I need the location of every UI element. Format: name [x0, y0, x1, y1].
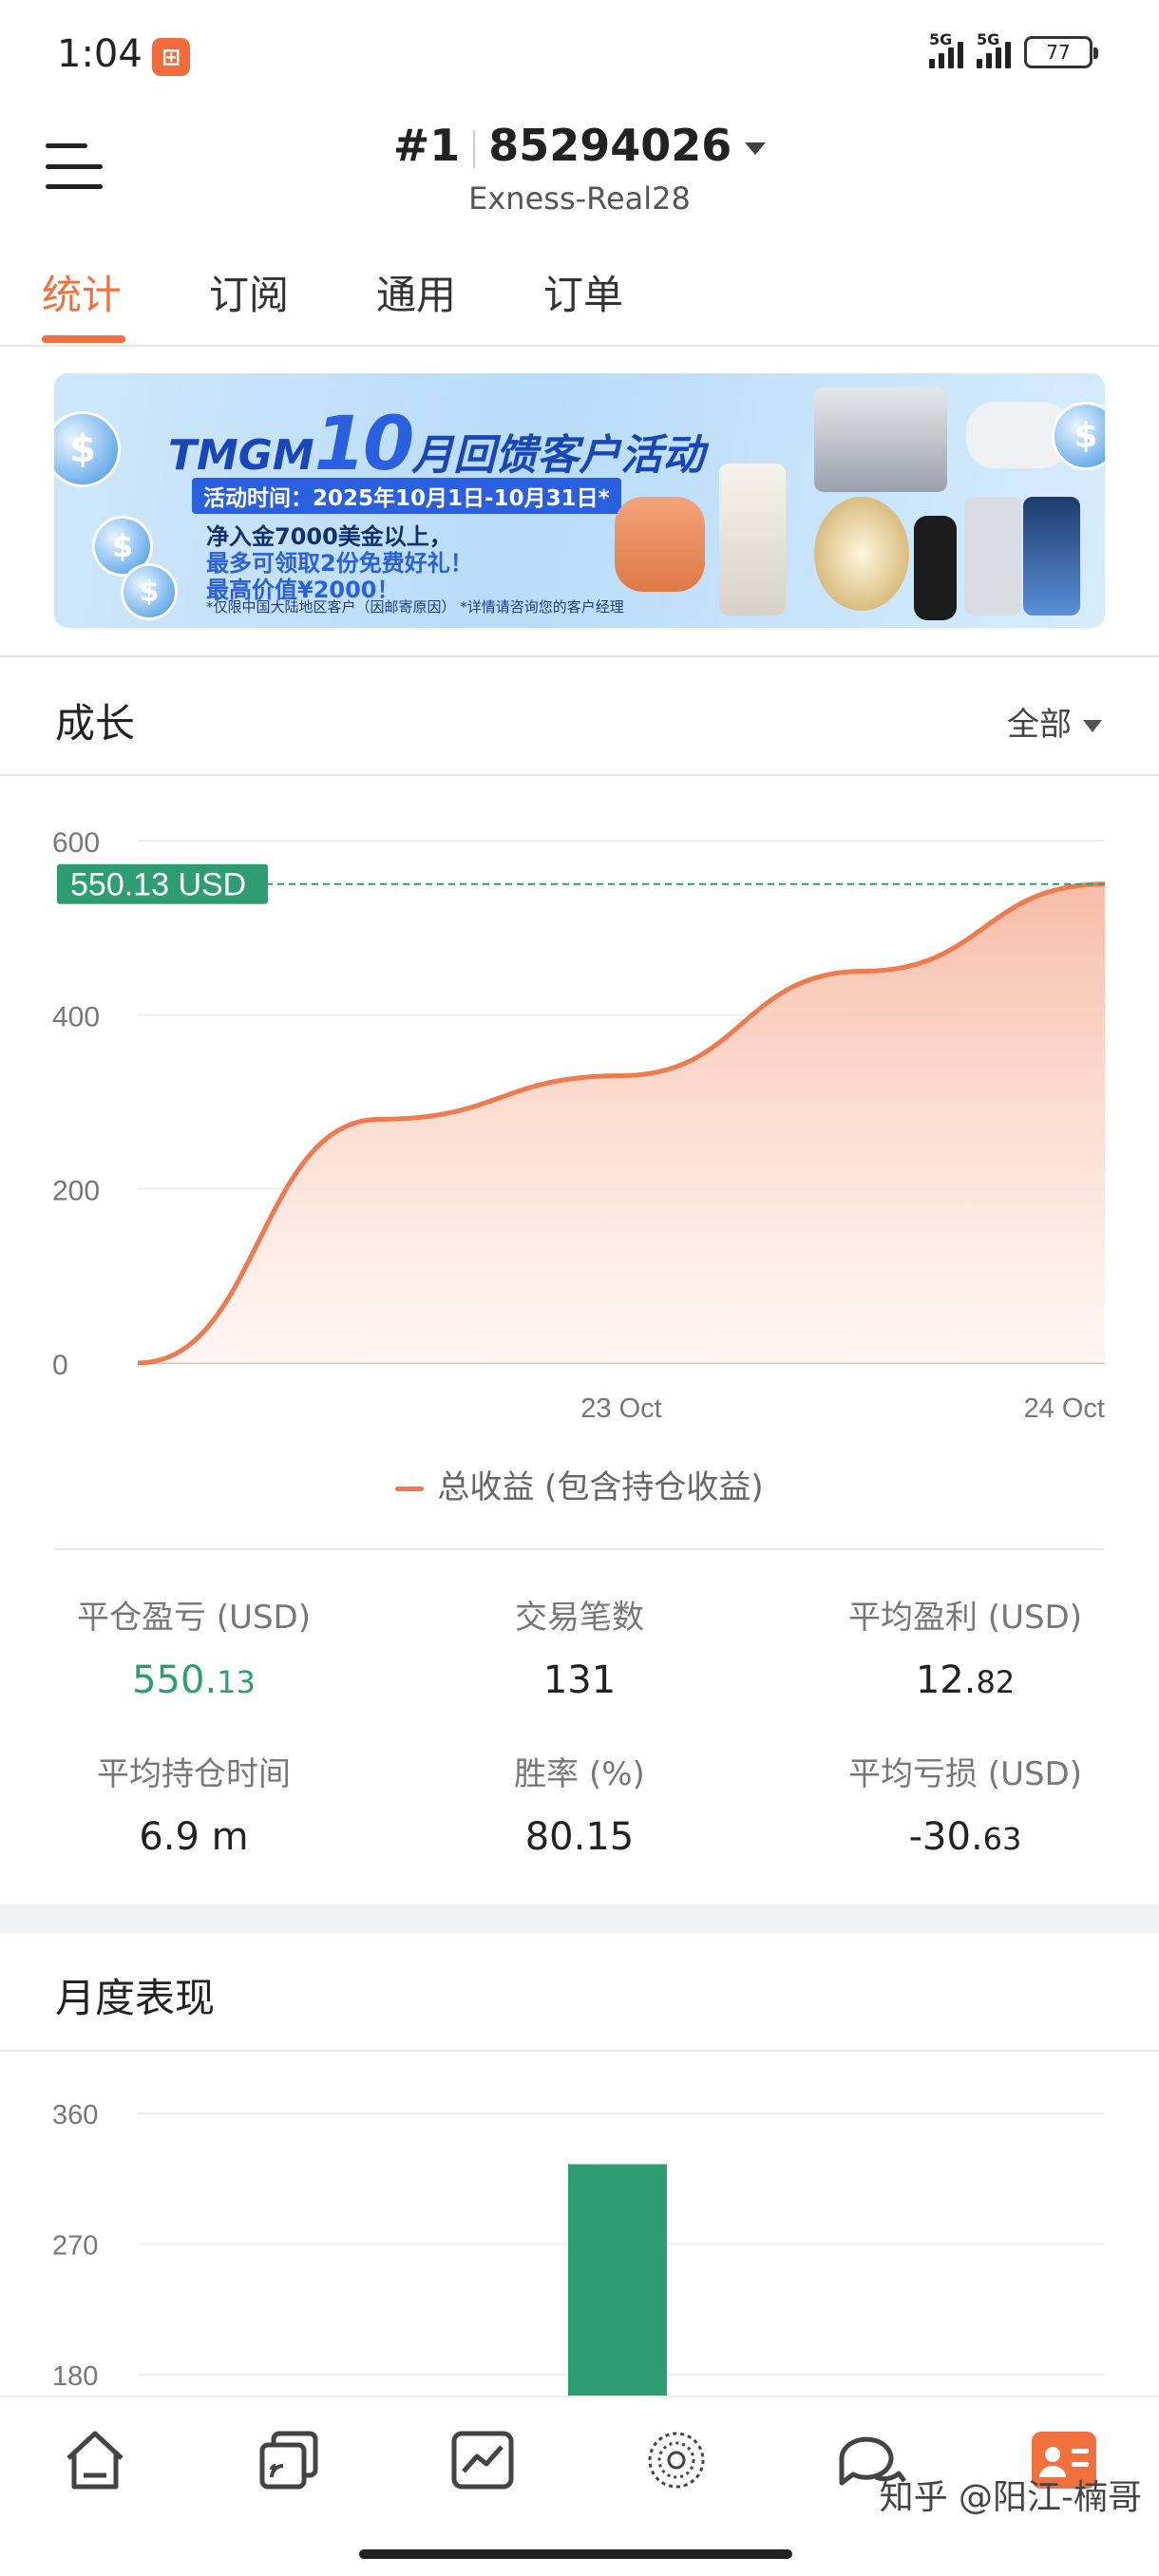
- status-bar: 1:04 ⊞ 5G 5G 77: [0, 0, 1159, 104]
- home-icon[interactable]: [57, 2422, 133, 2498]
- caret-down-icon: [1083, 720, 1102, 732]
- legend-swatch: [395, 1487, 425, 1491]
- status-time: 1:04: [57, 32, 142, 76]
- y-tick-label: 180: [52, 2361, 98, 2392]
- signal-icon: 5G: [929, 30, 963, 68]
- discover-icon[interactable]: [638, 2422, 714, 2498]
- signal-icon: 5G: [977, 30, 1011, 68]
- copy-trading-icon[interactable]: [251, 2422, 327, 2498]
- account-id: 85294026: [488, 120, 732, 171]
- growth-chart: 0 200 400 600 550.13 USD 23 Oct 24 Oct: [52, 827, 1106, 1424]
- y-tick-label: 400: [52, 1001, 100, 1032]
- active-tab-indicator: [42, 335, 125, 343]
- divider: [0, 655, 1159, 657]
- banner-fine-print: *仅限中国大陆地区客户（因邮寄原因） *详情请咨询您的客户经理: [206, 598, 624, 616]
- monthly-bar[interactable]: [568, 2164, 667, 2398]
- coin-icon: $: [121, 563, 178, 620]
- home-indicator[interactable]: [359, 2549, 792, 2559]
- legend-label: 总收益 (包含持仓收益): [437, 1468, 764, 1506]
- phone-icon: [1023, 497, 1080, 616]
- tab-general[interactable]: 通用: [376, 263, 456, 321]
- chart-legend[interactable]: 总收益 (包含持仓收益): [0, 1461, 1159, 1507]
- tab-subscriptions[interactable]: 订阅: [209, 263, 289, 321]
- y-tick-label: 600: [52, 827, 100, 859]
- stat-average-holding-time: 平均持仓时间 6.9 m: [97, 1755, 291, 1859]
- tab-statistics[interactable]: 统计: [42, 263, 122, 321]
- y-tick-label: 200: [52, 1176, 100, 1207]
- stat-win-rate: 胜率 (%) 80.15: [514, 1755, 645, 1859]
- x-tick-label: 24 Oct: [1024, 1393, 1105, 1424]
- coin-icon: $: [54, 411, 121, 487]
- divider: [55, 1548, 1104, 1550]
- account-selector[interactable]: #1 85294026: [0, 120, 1159, 171]
- chart-icon[interactable]: [445, 2422, 521, 2498]
- tab-orders[interactable]: 订单: [543, 263, 623, 321]
- y-tick-label: 0: [52, 1350, 68, 1381]
- monthly-performance-chart: 180 270 360: [52, 2100, 1105, 2398]
- app-header: #1 85294026 Exness-Real28: [0, 104, 1159, 228]
- x-tick-label: 23 Oct: [580, 1393, 661, 1424]
- server-name: Exness-Real28: [468, 180, 691, 217]
- divider: [0, 2050, 1159, 2052]
- stat-average-loss: 平均亏损 (USD) -30.63: [848, 1755, 1082, 1859]
- divider: [0, 774, 1159, 776]
- banner-title: TMGM10月回馈客户活动: [168, 402, 705, 487]
- coffee-machine-icon: [814, 388, 947, 492]
- caret-down-icon: [745, 142, 767, 155]
- tab-bar: 统计 订阅 通用 订单: [0, 252, 1159, 347]
- promo-banner[interactable]: $ $ $ TMGM10月回馈客户活动 活动时间：2025年10月1日-10月3…: [54, 373, 1105, 628]
- phone-icon: [964, 497, 1021, 616]
- section-separator: [0, 1904, 1159, 1933]
- account-number: #1: [392, 120, 461, 171]
- range-dropdown[interactable]: 全部: [1007, 698, 1102, 745]
- tumbler-product-icon: [719, 464, 786, 616]
- watermark: 知乎 @阳江-楠哥: [879, 2478, 1142, 2517]
- battery-icon: 77: [1024, 36, 1098, 68]
- massager-product-icon: [615, 497, 705, 592]
- smartwatch-icon: [914, 516, 957, 620]
- app-notification-icon: ⊞: [152, 38, 190, 76]
- jewelry-product-icon: [814, 497, 909, 611]
- stat-closed-pnl: 平仓盈亏 (USD) 550.13: [77, 1599, 311, 1702]
- y-tick-label: 270: [52, 2231, 98, 2262]
- y-tick-label: 360: [52, 2100, 98, 2131]
- growth-title: 成长: [55, 700, 136, 747]
- stat-trade-count: 交易笔数 131: [515, 1599, 644, 1702]
- current-value-label: 550.13 USD: [70, 867, 246, 903]
- banner-date: 活动时间：2025年10月1日-10月31日*: [192, 478, 621, 514]
- monthly-title: 月度表现: [55, 1975, 216, 2021]
- growth-area: [138, 883, 1105, 1363]
- stat-average-profit: 平均盈利 (USD) 12.82: [848, 1599, 1082, 1702]
